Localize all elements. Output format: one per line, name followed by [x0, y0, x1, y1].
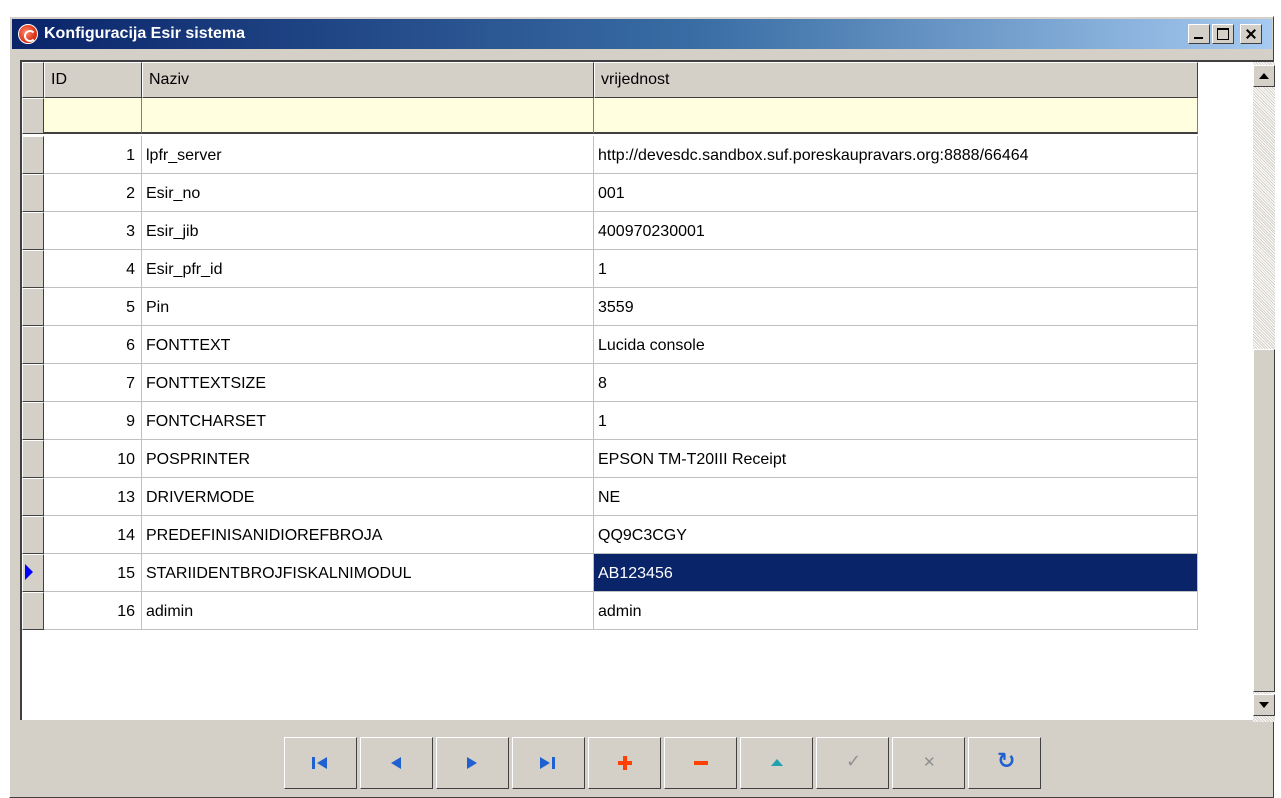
row-indicator[interactable]	[22, 136, 44, 174]
last-icon	[540, 756, 558, 770]
refresh-icon	[996, 749, 1015, 774]
first-record-button[interactable]	[284, 737, 357, 789]
maximize-button[interactable]	[1212, 24, 1234, 44]
insert-record-button[interactable]	[588, 737, 661, 789]
db-navigator	[284, 737, 1042, 789]
filter-cell-id[interactable]	[44, 98, 142, 134]
cell-naziv[interactable]: Esir_pfr_id	[142, 250, 594, 288]
cell-id[interactable]: 16	[44, 592, 142, 630]
cell-id[interactable]: 5	[44, 288, 142, 326]
cell-vrijednost[interactable]: http://devesdc.sandbox.suf.poreskauprava…	[594, 136, 1198, 174]
cell-id[interactable]: 1	[44, 136, 142, 174]
cell-naziv[interactable]: FONTTEXTSIZE	[142, 364, 594, 402]
row-indicator[interactable]	[22, 516, 44, 554]
next-record-button[interactable]	[436, 737, 509, 789]
row-indicator[interactable]	[22, 478, 44, 516]
row-indicator[interactable]	[22, 174, 44, 212]
cell-naziv[interactable]: Pin	[142, 288, 594, 326]
filter-cell-vrijednost[interactable]	[594, 98, 1198, 134]
up-icon	[768, 756, 786, 770]
cell-id[interactable]: 15	[44, 554, 142, 592]
row-indicator[interactable]	[22, 440, 44, 478]
row-indicator	[22, 98, 44, 134]
scroll-thumb[interactable]	[1253, 349, 1275, 692]
cell-naziv[interactable]: STARIIDENTBROJFISKALNIMODUL	[142, 554, 594, 592]
column-header-naziv[interactable]: Naziv	[142, 62, 594, 98]
vertical-scrollbar[interactable]	[1253, 62, 1275, 722]
cell-id[interactable]: 4	[44, 250, 142, 288]
cell-id[interactable]: 2	[44, 174, 142, 212]
cell-vrijednost[interactable]: admin	[594, 592, 1198, 630]
cell-vrijednost[interactable]: 1	[594, 250, 1198, 288]
cell-naziv[interactable]: Esir_jib	[142, 212, 594, 250]
minus-icon	[692, 756, 710, 770]
close-button[interactable]	[1240, 24, 1262, 44]
cell-vrijednost[interactable]: 400970230001	[594, 212, 1198, 250]
cell-naziv[interactable]: DRIVERMODE	[142, 478, 594, 516]
row-indicator	[22, 62, 44, 98]
filter-cell-naziv[interactable]	[142, 98, 594, 134]
cell-id[interactable]: 10	[44, 440, 142, 478]
column-header-id[interactable]: ID	[44, 62, 142, 98]
first-icon	[312, 756, 330, 770]
check-icon	[844, 751, 862, 772]
cell-id[interactable]: 6	[44, 326, 142, 364]
cancel-icon	[920, 753, 938, 771]
scroll-down-icon[interactable]	[1253, 694, 1275, 716]
row-indicator[interactable]	[22, 592, 44, 630]
app-icon[interactable]	[18, 24, 38, 44]
cell-vrijednost[interactable]: 8	[594, 364, 1198, 402]
edit-record-button[interactable]	[740, 737, 813, 789]
prev-icon	[388, 756, 406, 770]
cell-naziv[interactable]: Esir_no	[142, 174, 594, 212]
cell-id[interactable]: 7	[44, 364, 142, 402]
cell-id[interactable]: 3	[44, 212, 142, 250]
cell-naziv[interactable]: POSPRINTER	[142, 440, 594, 478]
cell-vrijednost[interactable]: 001	[594, 174, 1198, 212]
cancel-record-button[interactable]	[892, 737, 965, 789]
cell-naziv[interactable]: PREDEFINISANIDIOREFBROJA	[142, 516, 594, 554]
last-record-button[interactable]	[512, 737, 585, 789]
row-indicator[interactable]	[22, 288, 44, 326]
cell-id[interactable]: 13	[44, 478, 142, 516]
title-bar[interactable]: Konfiguracija Esir sistema	[12, 19, 1272, 49]
refresh-record-button[interactable]	[968, 737, 1041, 789]
row-indicator[interactable]	[22, 212, 44, 250]
config-grid[interactable]: ID Naziv vrijednost 1 lpfr_server http://d…	[20, 60, 1275, 722]
cell-vrijednost[interactable]: 3559	[594, 288, 1198, 326]
current-row-indicator-icon[interactable]	[22, 554, 44, 592]
cell-vrijednost[interactable]: QQ9C3CGY	[594, 516, 1198, 554]
cell-naziv[interactable]: FONTTEXT	[142, 326, 594, 364]
plus-icon	[616, 756, 634, 770]
cell-vrijednost[interactable]: EPSON TM-T20III Receipt	[594, 440, 1198, 478]
next-icon	[464, 756, 482, 770]
window-title: Konfiguracija Esir sistema	[44, 25, 245, 42]
minimize-button[interactable]	[1188, 24, 1210, 44]
cell-naziv[interactable]: lpfr_server	[142, 136, 594, 174]
cell-vrijednost[interactable]: NE	[594, 478, 1198, 516]
column-header-vrijednost[interactable]: vrijednost	[594, 62, 1198, 98]
post-record-button[interactable]	[816, 737, 889, 789]
row-indicator[interactable]	[22, 326, 44, 364]
delete-record-button[interactable]	[664, 737, 737, 789]
cell-vrijednost[interactable]: 1	[594, 402, 1198, 440]
scroll-up-icon[interactable]	[1253, 65, 1275, 87]
cell-vrijednost[interactable]: Lucida console	[594, 326, 1198, 364]
cell-naziv[interactable]: adimin	[142, 592, 594, 630]
cell-naziv[interactable]: FONTCHARSET	[142, 402, 594, 440]
row-indicator[interactable]	[22, 402, 44, 440]
config-window: Konfiguracija Esir sistema ID Naziv vrij…	[9, 16, 1275, 798]
row-indicator[interactable]	[22, 364, 44, 402]
cell-id[interactable]: 9	[44, 402, 142, 440]
prior-record-button[interactable]	[360, 737, 433, 789]
row-indicator[interactable]	[22, 250, 44, 288]
cell-vrijednost[interactable]: AB123456	[594, 554, 1198, 592]
cell-id[interactable]: 14	[44, 516, 142, 554]
